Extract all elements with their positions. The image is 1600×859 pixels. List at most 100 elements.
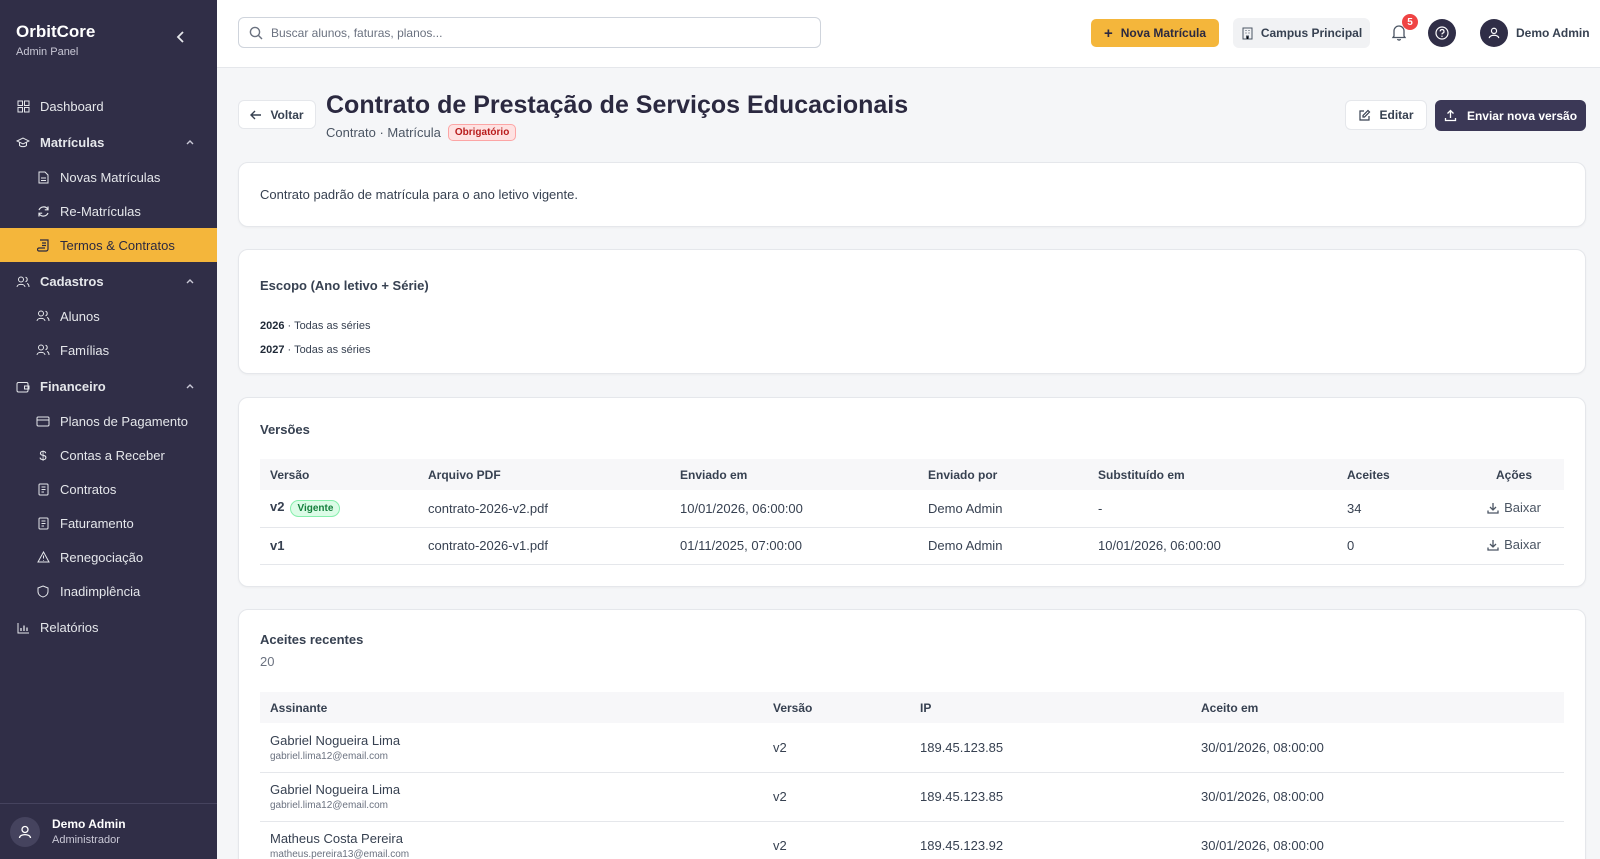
column-header: Enviado por (918, 459, 1088, 490)
sidebar: OrbitCore Admin Panel Dashboard Matrícul… (0, 0, 217, 859)
file-cell: contrato-2026-v2.pdf (418, 490, 670, 528)
accepts-title: Aceites recentes (260, 632, 364, 647)
sidebar-item-dashboard[interactable]: Dashboard (0, 89, 217, 123)
sidebar-item-label: Relatórios (40, 620, 99, 635)
column-header: Versão (763, 692, 910, 723)
edit-button[interactable]: Editar (1345, 100, 1427, 130)
accepts-cell: 0 (1337, 527, 1454, 565)
sidebar-item-label: Dashboard (40, 98, 104, 114)
accepts-count: 20 (260, 654, 275, 669)
sidebar-user-profile[interactable]: Demo Admin Administrador (0, 803, 217, 859)
sidebar-item-contas-receber[interactable]: $ Contas a Receber (0, 438, 217, 472)
sidebar-item-planos-pagamento[interactable]: Planos de Pagamento (0, 404, 217, 438)
sent-at-cell: 10/01/2026, 06:00:00 (670, 490, 918, 528)
upload-new-version-button[interactable]: Enviar nova versão (1435, 100, 1586, 131)
sidebar-group-label: Financeiro (40, 379, 106, 394)
avatar (1480, 19, 1508, 47)
accepts-cell: 34 (1337, 490, 1454, 528)
search-input[interactable] (271, 25, 791, 40)
sidebar-item-label: Planos de Pagamento (60, 413, 188, 429)
download-button[interactable]: Baixar (1487, 537, 1541, 552)
chevron-up-icon (186, 279, 194, 284)
accepted-at-cell: 30/01/2026, 08:00:00 (1191, 821, 1564, 859)
sent-by-cell: Demo Admin (918, 490, 1088, 528)
brand[interactable]: OrbitCore Admin Panel (16, 22, 95, 58)
description-card: Contrato padrão de matrícula para o ano … (238, 162, 1586, 227)
signer-name: Gabriel Nogueira Lima (270, 732, 401, 748)
upload-icon (1444, 109, 1457, 122)
actions-cell: Baixar (1454, 490, 1564, 528)
campus-selector-button[interactable]: Campus Principal (1233, 18, 1370, 48)
versions-title: Versões (260, 422, 310, 437)
scope-entry: 2026 · Todas as séries (260, 320, 371, 332)
page-meta: Contrato · Matrícula Obrigatório (326, 124, 517, 141)
users-icon (36, 343, 50, 357)
chevron-up-icon (186, 140, 194, 145)
sidebar-item-renegociacao[interactable]: Renegociação (0, 540, 217, 574)
user-icon (18, 825, 32, 838)
building-icon (1241, 27, 1254, 40)
version-cell: v1 (260, 527, 418, 565)
user-menu[interactable]: Demo Admin (1480, 19, 1590, 47)
ip-cell: 189.45.123.92 (910, 821, 1191, 859)
sidebar-item-novas-matriculas[interactable]: Novas Matrículas (0, 160, 217, 194)
sidebar-item-relatorios[interactable]: Relatórios (0, 610, 217, 645)
plus-icon: + (1103, 24, 1113, 42)
sidebar-item-faturamento[interactable]: Faturamento (0, 506, 217, 540)
back-button[interactable]: Voltar (238, 100, 316, 129)
graduation-cap-icon (16, 136, 30, 150)
receipt-icon (36, 516, 50, 530)
download-icon (1487, 539, 1499, 551)
scope-year: 2026 (260, 320, 285, 332)
table-row: v1 contrato-2026-v1.pdf 01/11/2025, 07:0… (260, 527, 1564, 565)
scroll-icon (36, 238, 50, 252)
document-icon (36, 170, 50, 184)
sidebar-item-re-matriculas[interactable]: Re-Matrículas (0, 194, 217, 228)
sidebar-item-label: Termos & Contratos (60, 237, 175, 253)
version-cell: v2 (763, 723, 910, 773)
edit-icon (1358, 109, 1371, 122)
warning-icon (36, 550, 50, 564)
sidebar-item-alunos[interactable]: Alunos (0, 299, 217, 333)
sidebar-group-label: Matrículas (40, 135, 105, 150)
actions-cell: Baixar (1454, 527, 1564, 565)
sidebar-item-termos-contratos[interactable]: Termos & Contratos (0, 228, 217, 262)
arrow-left-icon (250, 110, 262, 120)
chevron-up-icon (186, 384, 194, 389)
avatar (10, 816, 40, 847)
scope-card: Escopo (Ano letivo + Série) 2026 · Todas… (238, 249, 1586, 374)
sidebar-user-role: Administrador (52, 834, 120, 846)
sidebar-group-cadastros[interactable]: Cadastros (0, 264, 217, 299)
table-row: v2 Vigente contrato-2026-v2.pdf 10/01/202… (260, 490, 1564, 528)
download-label: Baixar (1504, 500, 1541, 515)
help-button[interactable] (1428, 19, 1456, 47)
sidebar-item-label: Contas a Receber (60, 447, 165, 463)
download-button[interactable]: Baixar (1487, 500, 1541, 515)
contract-description: Contrato padrão de matrícula para o ano … (260, 187, 578, 202)
recent-accepts-card: Aceites recentes 20 Assinante Versão IP … (238, 609, 1586, 859)
search-box[interactable] (238, 17, 821, 48)
sidebar-item-contratos[interactable]: Contratos (0, 472, 217, 506)
sidebar-item-familias[interactable]: Famílias (0, 333, 217, 367)
sidebar-item-label: Faturamento (60, 515, 134, 531)
signer-email: matheus.pereira13@email.com (270, 849, 410, 859)
table-row: Matheus Costa Pereira matheus.pereira13@… (260, 821, 1564, 859)
sidebar-item-inadimplencia[interactable]: Inadimplência (0, 574, 217, 608)
credit-card-icon (36, 414, 50, 428)
bar-chart-icon (16, 621, 30, 635)
sidebar-group-matriculas[interactable]: Matrículas (0, 125, 217, 160)
search-icon (249, 26, 263, 39)
scope-grades: · Todas as séries (287, 344, 371, 356)
required-badge: Obrigatório (447, 124, 517, 141)
signer-cell: Matheus Costa Pereira matheus.pereira13@… (260, 821, 763, 859)
accepted-at-cell: 30/01/2026, 08:00:00 (1191, 723, 1564, 773)
sidebar-group-financeiro[interactable]: Financeiro (0, 369, 217, 404)
column-header: Versão (260, 459, 418, 490)
versions-table: Versão Arquivo PDF Enviado em Enviado po… (260, 459, 1564, 565)
sidebar-item-label: Novas Matrículas (60, 169, 161, 185)
new-enrollment-button[interactable]: + Nova Matrícula (1091, 19, 1219, 47)
brand-subtitle: Admin Panel (16, 46, 79, 58)
collapse-sidebar-button[interactable] (172, 28, 190, 46)
column-header: IP (910, 692, 1191, 723)
signer-email: gabriel.lima12@email.com (270, 750, 388, 762)
